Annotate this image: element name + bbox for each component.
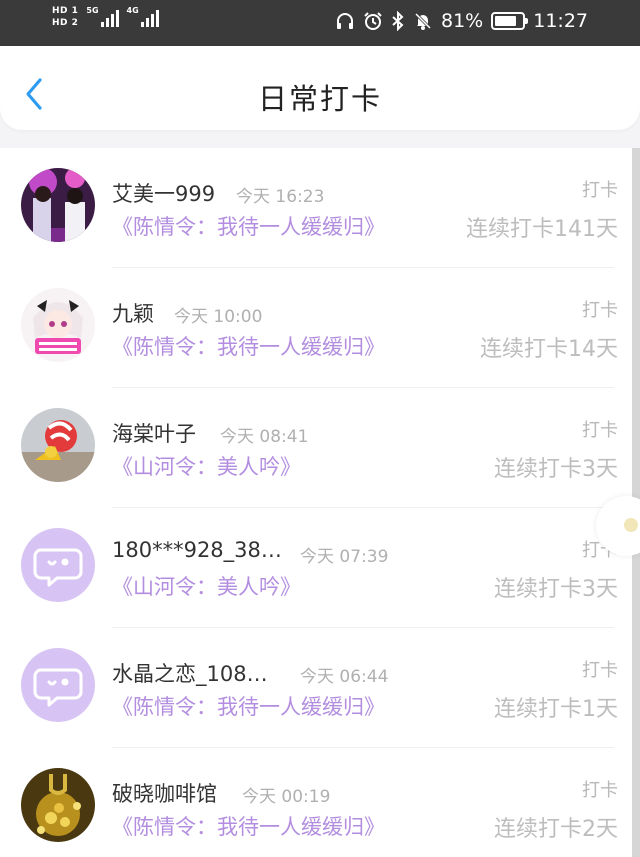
bluetooth-icon <box>392 11 404 31</box>
checkin-label: 打卡 <box>582 660 618 681</box>
checkin-list[interactable]: 艾美一999 今天 16:23 打卡 《陈情令：我待一人缓缓归》 连续打卡141… <box>0 148 632 857</box>
network-indicators: HD 1 HD 2 5G 4G <box>52 6 159 28</box>
book-link[interactable]: 《陈情令：我待一人缓缓归》 <box>112 331 385 361</box>
avatar[interactable] <box>21 408 95 482</box>
checkin-label: 打卡 <box>582 780 618 801</box>
streak-count: 连续打卡14天 <box>480 337 618 362</box>
net1-label: 5G <box>86 6 99 15</box>
checkin-time: 今天 07:39 <box>300 547 389 567</box>
list-item[interactable]: 九颖 今天 10:00 打卡 《陈情令：我待一人缓缓归》 连续打卡14天 <box>0 268 632 388</box>
anime-avatar-image <box>21 288 95 362</box>
sim-labels: HD 1 HD 2 <box>52 6 78 28</box>
streak-count: 连续打卡141天 <box>466 217 618 242</box>
headphones-icon <box>337 13 353 29</box>
streak-count: 连续打卡3天 <box>494 457 618 482</box>
photo-avatar-image <box>21 168 95 242</box>
streak-count: 连续打卡3天 <box>494 577 618 602</box>
user-name[interactable]: 水晶之恋_108… <box>112 658 268 688</box>
signal-2: 4G <box>127 7 159 27</box>
avatar[interactable] <box>21 768 95 842</box>
avatar[interactable] <box>21 288 95 362</box>
checkin-time: 今天 16:23 <box>236 187 325 207</box>
signal-1: 5G <box>86 6 119 27</box>
user-name[interactable]: 海棠叶子 <box>112 418 196 448</box>
bird-avatar-image <box>21 408 95 482</box>
checkin-time: 今天 06:44 <box>300 667 389 687</box>
battery-icon <box>491 12 529 30</box>
avatar[interactable] <box>21 528 95 602</box>
status-bar: HD 1 HD 2 5G 4G 81% 11:27 <box>0 0 640 46</box>
checkin-time: 今天 10:00 <box>174 307 263 327</box>
list-item[interactable]: 艾美一999 今天 16:23 打卡 《陈情令：我待一人缓缓归》 连续打卡141… <box>0 148 632 268</box>
clock: 11:27 <box>533 10 588 32</box>
user-name[interactable]: 180***928_38… <box>112 538 282 562</box>
page-title: 日常打卡 <box>257 82 382 116</box>
alarm-icon <box>364 12 382 30</box>
streak-count: 连续打卡2天 <box>494 817 618 842</box>
net2-label: 4G <box>126 6 139 15</box>
book-link[interactable]: 《陈情令：我待一人缓缓归》 <box>112 691 385 721</box>
battery-percent: 81% <box>441 10 484 32</box>
list-item[interactable]: 180***928_38… 今天 07:39 打卡 《山河令：美人吟》 连续打卡… <box>0 508 632 628</box>
avatar[interactable] <box>21 168 95 242</box>
book-link[interactable]: 《山河令：美人吟》 <box>112 451 301 481</box>
book-link[interactable]: 《陈情令：我待一人缓缓归》 <box>112 211 385 241</box>
signal-2-bars-icon <box>140 9 159 27</box>
chat-bubble-icon <box>33 668 83 707</box>
book-link[interactable]: 《山河令：美人吟》 <box>112 571 301 601</box>
user-name[interactable]: 九颖 <box>112 298 154 328</box>
checkin-label: 打卡 <box>582 420 618 441</box>
coffee-avatar-image <box>21 768 95 842</box>
list-item[interactable]: 海棠叶子 今天 08:41 打卡 《山河令：美人吟》 连续打卡3天 <box>0 388 632 508</box>
user-name[interactable]: 艾美一999 <box>112 178 215 208</box>
chat-bubble-icon <box>33 548 83 587</box>
checkin-label: 打卡 <box>582 180 618 201</box>
checkin-time: 今天 08:41 <box>220 427 309 447</box>
book-link[interactable]: 《陈情令：我待一人缓缓归》 <box>112 811 385 841</box>
status-right: 81% 11:27 <box>335 10 588 32</box>
sim1-label: HD 1 <box>52 6 79 16</box>
signal-1-bars-icon <box>100 9 119 27</box>
sim2-label: HD 2 <box>52 18 79 28</box>
list-item[interactable]: 水晶之恋_108… 今天 06:44 打卡 《陈情令：我待一人缓缓归》 连续打卡… <box>0 628 632 748</box>
list-item[interactable]: 破晓咖啡馆 今天 00:19 打卡 《陈情令：我待一人缓缓归》 连续打卡2天 <box>0 748 632 857</box>
checkin-label: 打卡 <box>582 300 618 321</box>
streak-count: 连续打卡1天 <box>494 697 618 722</box>
nav-header: 日常打卡 <box>0 46 640 130</box>
user-name[interactable]: 破晓咖啡馆 <box>112 778 217 808</box>
checkin-time: 今天 00:19 <box>242 787 331 807</box>
avatar[interactable] <box>21 648 95 722</box>
mute-bell-icon <box>414 12 432 30</box>
